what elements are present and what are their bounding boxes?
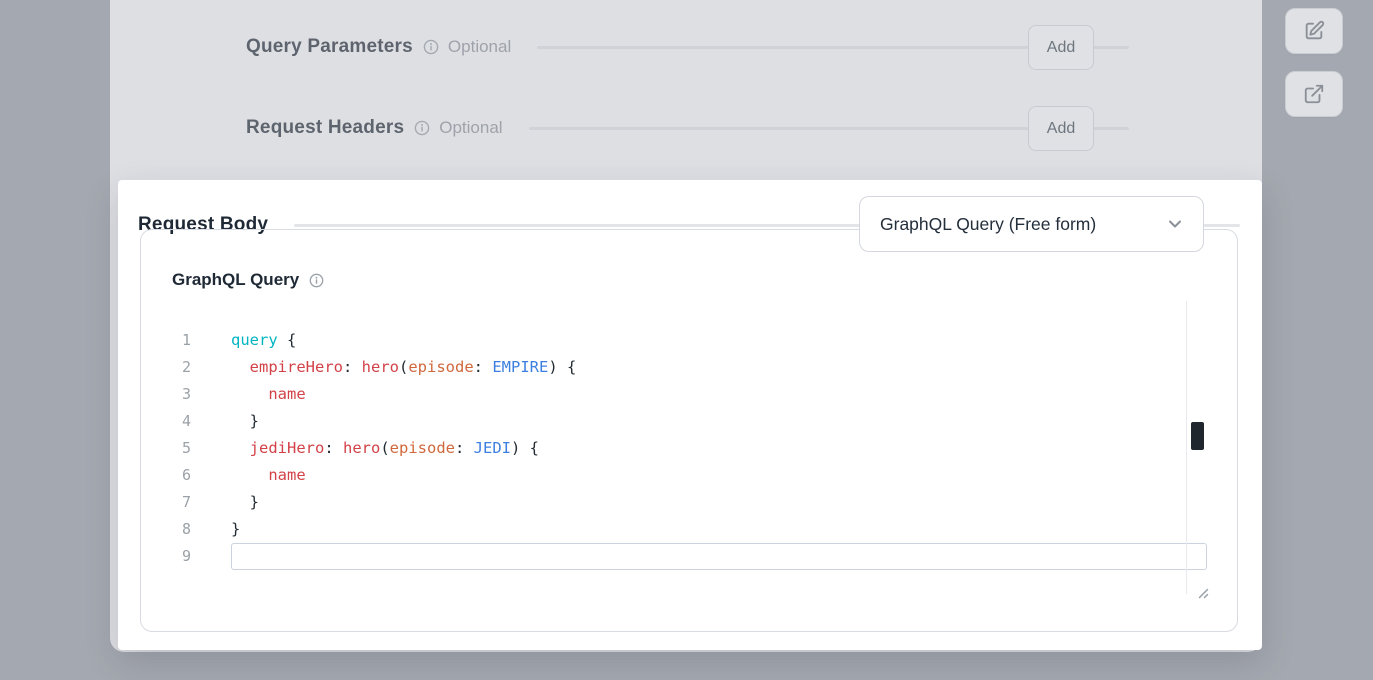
code-lines: query { empireHero: hero(episode: EMPIRE… bbox=[231, 327, 1207, 570]
code-line: query { bbox=[231, 327, 1207, 354]
code-line: empireHero: hero(episode: EMPIRE) { bbox=[231, 354, 1207, 381]
graphql-query-label: GraphQL Query bbox=[172, 270, 299, 290]
info-icon[interactable] bbox=[423, 39, 439, 55]
request-headers-title: Request Headers bbox=[246, 117, 404, 139]
chevron-down-icon bbox=[1165, 214, 1185, 234]
body-type-select[interactable]: GraphQL Query (Free form) bbox=[859, 196, 1204, 252]
editor-scrollbar[interactable] bbox=[1186, 301, 1207, 594]
resize-handle-icon[interactable] bbox=[1195, 585, 1209, 603]
code-line: } bbox=[231, 516, 1207, 543]
scrollbar-thumb[interactable] bbox=[1191, 422, 1204, 450]
graphql-query-label-row: GraphQL Query bbox=[172, 270, 324, 290]
edit-request-button[interactable] bbox=[1285, 8, 1343, 54]
page-background: Query Parameters Optional Add Request He… bbox=[0, 0, 1373, 680]
edit-icon bbox=[1303, 20, 1325, 42]
code-line: name bbox=[231, 462, 1207, 489]
query-parameters-title: Query Parameters bbox=[246, 36, 413, 58]
info-icon[interactable] bbox=[309, 273, 324, 288]
optional-badge: Optional bbox=[439, 118, 502, 138]
code-line: } bbox=[231, 489, 1207, 516]
request-headers-section: Request Headers Optional Add bbox=[246, 105, 1129, 151]
body-type-selected-value: GraphQL Query (Free form) bbox=[880, 214, 1096, 235]
add-request-header-button[interactable]: Add bbox=[1028, 106, 1094, 151]
request-body-section: Request Body GraphQL Query (Free form) G… bbox=[118, 180, 1262, 650]
open-in-new-button[interactable] bbox=[1285, 71, 1343, 117]
line-numbers: 123456789 bbox=[167, 327, 191, 570]
code-line: name bbox=[231, 381, 1207, 408]
optional-badge: Optional bbox=[448, 37, 511, 57]
code-line[interactable] bbox=[231, 543, 1207, 570]
query-parameters-section: Query Parameters Optional Add bbox=[246, 24, 1129, 70]
code-line: } bbox=[231, 408, 1207, 435]
external-link-icon bbox=[1303, 83, 1325, 105]
code-line: jediHero: hero(episode: JEDI) { bbox=[231, 435, 1207, 462]
info-icon[interactable] bbox=[414, 120, 430, 136]
add-query-parameter-button[interactable]: Add bbox=[1028, 25, 1094, 70]
graphql-query-panel: GraphQL Query 123456789 query { empireHe… bbox=[140, 229, 1238, 632]
graphql-code-editor[interactable]: 123456789 query { empireHero: hero(episo… bbox=[167, 301, 1207, 601]
